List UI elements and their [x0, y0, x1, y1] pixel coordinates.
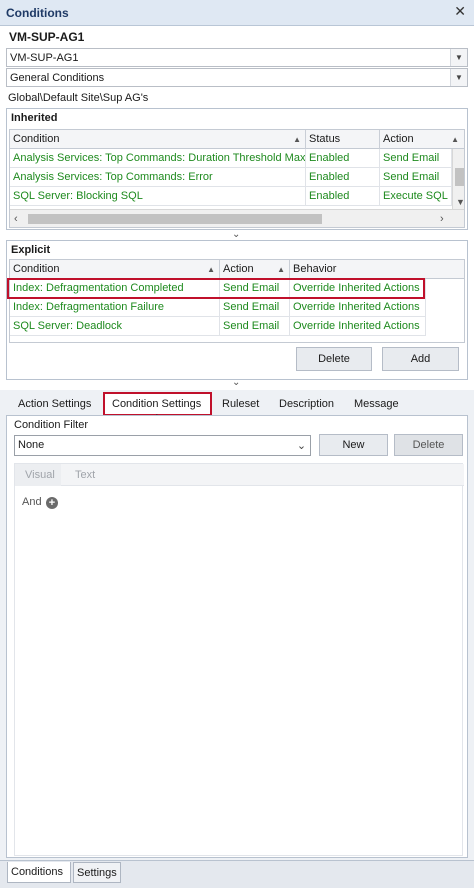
panel-title: Conditions: [6, 6, 69, 20]
explicit-grid: Condition ▲ Action ▲ Behavior Index: Defra…: [9, 259, 465, 343]
tab-action-settings[interactable]: Action Settings: [18, 398, 91, 410]
condition-filter-select[interactable]: None ⌄: [14, 435, 311, 456]
vertical-scrollbar[interactable]: ▼: [452, 149, 464, 209]
tab-message[interactable]: Message: [354, 398, 399, 410]
tab-ruleset[interactable]: Ruleset: [222, 398, 259, 410]
column-header-condition[interactable]: Condition ▲: [10, 260, 220, 279]
server-name: VM-SUP-AG1: [9, 30, 85, 44]
splitter-chevron-icon[interactable]: ⌄: [232, 377, 240, 388]
inherited-grid: Condition ▲ Status Action ▲ Analysis Servi…: [9, 129, 465, 228]
bottom-tab-strip: [0, 860, 474, 888]
cell-status: Enabled: [306, 187, 380, 206]
inherited-title: Inherited: [11, 112, 58, 124]
cell-action: Send Email: [220, 298, 290, 317]
cell-condition: SQL Server: Deadlock: [10, 317, 220, 336]
chevron-down-icon[interactable]: ▼: [450, 69, 467, 86]
sort-asc-icon: ▲: [277, 265, 285, 274]
new-filter-button[interactable]: New: [319, 434, 388, 456]
filter-editor: Visual Text And +: [14, 463, 464, 856]
horizontal-scrollbar[interactable]: ‹ ›: [10, 209, 464, 227]
scroll-thumb[interactable]: [455, 168, 464, 186]
chevron-down-icon[interactable]: ▼: [450, 49, 467, 66]
cell-condition: Analysis Services: Top Commands: Error: [10, 168, 306, 187]
cell-condition: Index: Defragmentation Failure: [10, 298, 220, 317]
row-highlight-box: [7, 278, 425, 299]
column-header-condition[interactable]: Condition ▲: [10, 130, 306, 149]
chevron-down-icon[interactable]: ⌄: [293, 436, 310, 455]
server-select[interactable]: VM-SUP-AG1 ▼: [6, 48, 468, 67]
subtab-text[interactable]: Text: [62, 464, 108, 486]
cell-action: Execute SQL: [380, 187, 452, 206]
table-row[interactable]: SQL Server: Deadlock Send Email Override…: [10, 317, 464, 336]
cell-behavior: Override Inherited Actions: [290, 317, 426, 336]
column-header-status[interactable]: Status: [306, 130, 380, 149]
server-select-value: VM-SUP-AG1: [10, 52, 79, 64]
scroll-up-icon[interactable]: ▲: [451, 135, 459, 144]
delete-button[interactable]: Delete: [296, 347, 372, 371]
scroll-down-icon[interactable]: ▼: [456, 197, 464, 207]
inherited-group: Inherited Condition ▲ Status Action ▲ Anal…: [6, 108, 468, 230]
condition-filter-label: Condition Filter: [14, 419, 88, 431]
delete-filter-button[interactable]: Delete: [394, 434, 463, 456]
add-button[interactable]: Add: [382, 347, 459, 371]
splitter-chevron-icon[interactable]: ⌄: [232, 229, 240, 240]
subtab-visual[interactable]: Visual: [15, 464, 61, 486]
table-row[interactable]: Index: Defragmentation Failure Send Emai…: [10, 298, 464, 317]
cell-action: Send Email: [220, 317, 290, 336]
explicit-group: Explicit Condition ▲ Action ▲ Behavior Ind…: [6, 240, 468, 380]
close-icon[interactable]: ✕: [454, 3, 466, 20]
scroll-left-icon[interactable]: ‹: [14, 213, 18, 225]
sort-asc-icon: ▲: [207, 265, 215, 274]
sort-asc-icon: ▲: [293, 135, 301, 144]
cell-action: Send Email: [380, 149, 452, 168]
condition-type-select[interactable]: General Conditions ▼: [6, 68, 468, 87]
column-header-action[interactable]: Action ▲: [220, 260, 290, 279]
cell-status: Enabled: [306, 168, 380, 187]
tab-settings[interactable]: Settings: [73, 862, 121, 883]
inherited-grid-header: Condition ▲ Status Action ▲: [10, 130, 464, 149]
tab-condition-settings[interactable]: Condition Settings: [112, 398, 201, 410]
tab-conditions[interactable]: Conditions: [7, 862, 71, 883]
cell-condition: SQL Server: Blocking SQL: [10, 187, 306, 206]
tab-description[interactable]: Description: [279, 398, 334, 410]
panel-header: [0, 0, 474, 26]
cell-action: Send Email: [380, 168, 452, 187]
condition-filter-value: None: [18, 439, 45, 451]
scroll-right-icon[interactable]: ›: [440, 213, 444, 225]
cell-condition: Analysis Services: Top Commands: Duratio…: [10, 149, 306, 168]
table-row[interactable]: Analysis Services: Top Commands: Duratio…: [10, 149, 464, 168]
condition-settings-panel: Condition Filter None ⌄ New Delete Visua…: [6, 415, 468, 858]
explicit-grid-header: Condition ▲ Action ▲ Behavior: [10, 260, 464, 279]
breadcrumb: Global\Default Site\Sup AG's: [8, 92, 149, 104]
table-row[interactable]: SQL Server: Blocking SQL Enabled Execute…: [10, 187, 464, 206]
condition-type-value: General Conditions: [10, 72, 105, 84]
cell-status: Enabled: [306, 149, 380, 168]
column-header-action[interactable]: Action ▲: [380, 130, 464, 149]
and-operator-label[interactable]: And: [22, 496, 42, 508]
column-header-behavior[interactable]: Behavior: [290, 260, 464, 279]
explicit-title: Explicit: [11, 244, 51, 256]
scroll-thumb[interactable]: [28, 214, 322, 224]
cell-behavior: Override Inherited Actions: [290, 298, 426, 317]
table-row[interactable]: Analysis Services: Top Commands: Error E…: [10, 168, 464, 187]
add-condition-icon[interactable]: +: [46, 497, 58, 509]
